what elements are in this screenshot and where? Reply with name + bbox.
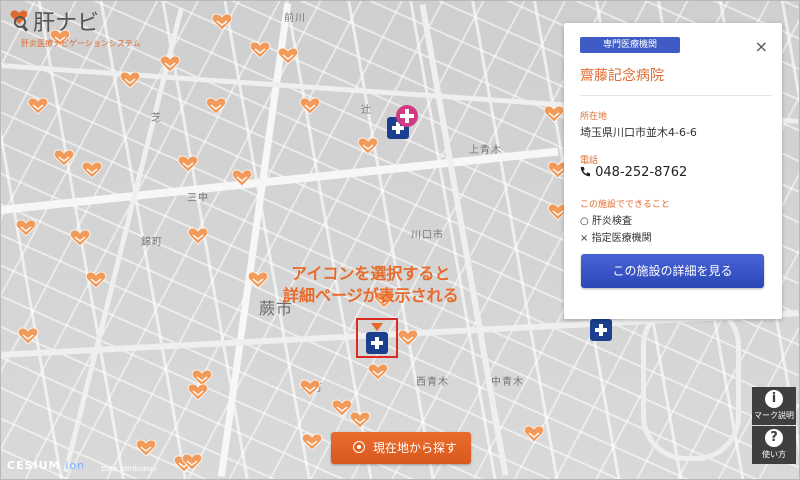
callout-line-1: アイコンを選択すると	[291, 264, 451, 283]
heart-pin-icon[interactable]	[299, 379, 321, 397]
feature-mark: ×	[580, 233, 589, 244]
map-road	[217, 2, 292, 478]
map-label: 川口市	[411, 230, 444, 241]
heart-pin-icon[interactable]	[249, 41, 271, 59]
heart-pin-icon[interactable]	[349, 411, 371, 429]
crosshair-icon	[353, 441, 365, 453]
heart-pin-icon[interactable]	[187, 227, 209, 245]
callout-line-2: 詳細ページが表示される	[283, 286, 459, 305]
map-road	[1, 147, 559, 214]
close-icon[interactable]: ×	[755, 37, 768, 57]
heart-pin-icon[interactable]	[523, 425, 545, 443]
map-label: 芝	[151, 113, 162, 124]
feature-text: 肝炎検査	[591, 216, 632, 227]
heart-pin-icon[interactable]	[187, 383, 209, 401]
feature-mark: ○	[580, 216, 589, 227]
heart-pin-icon[interactable]	[397, 329, 419, 347]
panel-divider	[580, 95, 772, 96]
heart-pin-icon[interactable]	[277, 47, 299, 65]
address-label: 所在地	[580, 112, 608, 122]
heart-pin-icon[interactable]	[367, 363, 389, 381]
magnifier-heart-icon	[10, 10, 29, 32]
feature-item: ○ 肝炎検査	[580, 212, 632, 227]
heart-pin-icon[interactable]	[53, 149, 75, 167]
phone-number: 048-252-8762	[595, 165, 688, 180]
heart-pin-icon[interactable]	[181, 453, 203, 471]
search-from-location-button[interactable]: 現在地から探す	[331, 432, 471, 464]
heart-pin-icon[interactable]	[27, 97, 49, 115]
help-button-label: 使い方	[762, 450, 786, 459]
map-label: 辻	[361, 105, 372, 116]
heart-pin-icon[interactable]	[247, 271, 269, 289]
heart-pin-icon[interactable]	[135, 439, 157, 457]
heart-pin-icon[interactable]	[85, 271, 107, 289]
specialist-plus-marker[interactable]	[396, 105, 418, 127]
heart-pin-icon[interactable]	[69, 229, 91, 247]
heart-pin-icon[interactable]	[357, 137, 379, 155]
facility-detail-panel: 専門医療機関 × 齋藤記念病院 所在地 埼玉県川口市並木4-6-6 電話 048…	[564, 23, 782, 319]
app-title: 肝ナビ	[33, 11, 100, 36]
info-icon: i	[765, 390, 783, 408]
heart-pin-icon[interactable]	[17, 327, 39, 345]
map-track	[641, 301, 741, 461]
category-badge: 専門医療機関	[580, 37, 680, 53]
phone-row[interactable]: 048-252-8762	[580, 165, 687, 180]
heart-pin-icon[interactable]	[211, 13, 233, 31]
cross-icon	[595, 324, 607, 336]
heart-pin-icon[interactable]	[159, 55, 181, 73]
plus-icon	[400, 109, 414, 123]
selection-highlight-box	[356, 318, 398, 358]
heart-pin-icon[interactable]	[81, 161, 103, 179]
ion-text: ion	[65, 459, 86, 472]
app-frame: 前川 上青木 辻 芝 蕨市 西青木 中青木 錦町 川口市 三中 幸町 アイコンを…	[0, 0, 800, 480]
help-icon: ?	[765, 429, 783, 447]
map-label: 西青木	[416, 377, 449, 388]
legend-button-label: マーク説明	[754, 411, 794, 420]
heart-pin-icon[interactable]	[231, 169, 253, 187]
app-logo[interactable]: 肝ナビ 肝炎医療ナビゲーションシステム	[7, 5, 157, 49]
feature-text: 指定医療機関	[591, 233, 652, 244]
app-subtitle: 肝炎医療ナビゲーションシステム	[21, 39, 141, 48]
feature-item: × 指定医療機関	[580, 229, 652, 244]
locate-button-label: 現在地から探す	[373, 441, 458, 455]
phone-icon	[580, 166, 591, 177]
hospital-name: 齋藤記念病院	[580, 68, 664, 84]
map-label: 前川	[284, 13, 306, 24]
heart-pin-icon[interactable]	[119, 71, 141, 89]
address-value: 埼玉県川口市並木4-6-6	[580, 126, 697, 139]
cesium-ion-logo[interactable]: CESIUM ion	[7, 459, 85, 472]
heart-pin-icon[interactable]	[299, 97, 321, 115]
heart-pin-icon[interactable]	[177, 155, 199, 173]
instruction-callout: アイコンを選択すると 詳細ページが表示される	[283, 263, 459, 307]
help-button[interactable]: ? 使い方	[752, 426, 796, 464]
map-label: 中青木	[491, 377, 524, 388]
heart-pin-icon[interactable]	[543, 105, 565, 123]
features-label: この施設でできること	[580, 200, 670, 210]
heart-pin-icon[interactable]	[205, 97, 227, 115]
map-label: 錦町	[141, 237, 163, 248]
map-label: 上青木	[469, 145, 502, 156]
map-label: 三中	[187, 193, 209, 204]
cesium-text: CESIUM	[7, 459, 61, 472]
view-details-button[interactable]: この施設の詳細を見る	[581, 254, 764, 288]
heart-pin-icon[interactable]	[301, 433, 323, 451]
heart-pin-icon[interactable]	[15, 219, 37, 237]
legend-button[interactable]: i マーク説明	[752, 387, 796, 425]
hospital-marker[interactable]	[590, 319, 612, 341]
data-attribution-link[interactable]: Data attribution	[101, 465, 157, 473]
